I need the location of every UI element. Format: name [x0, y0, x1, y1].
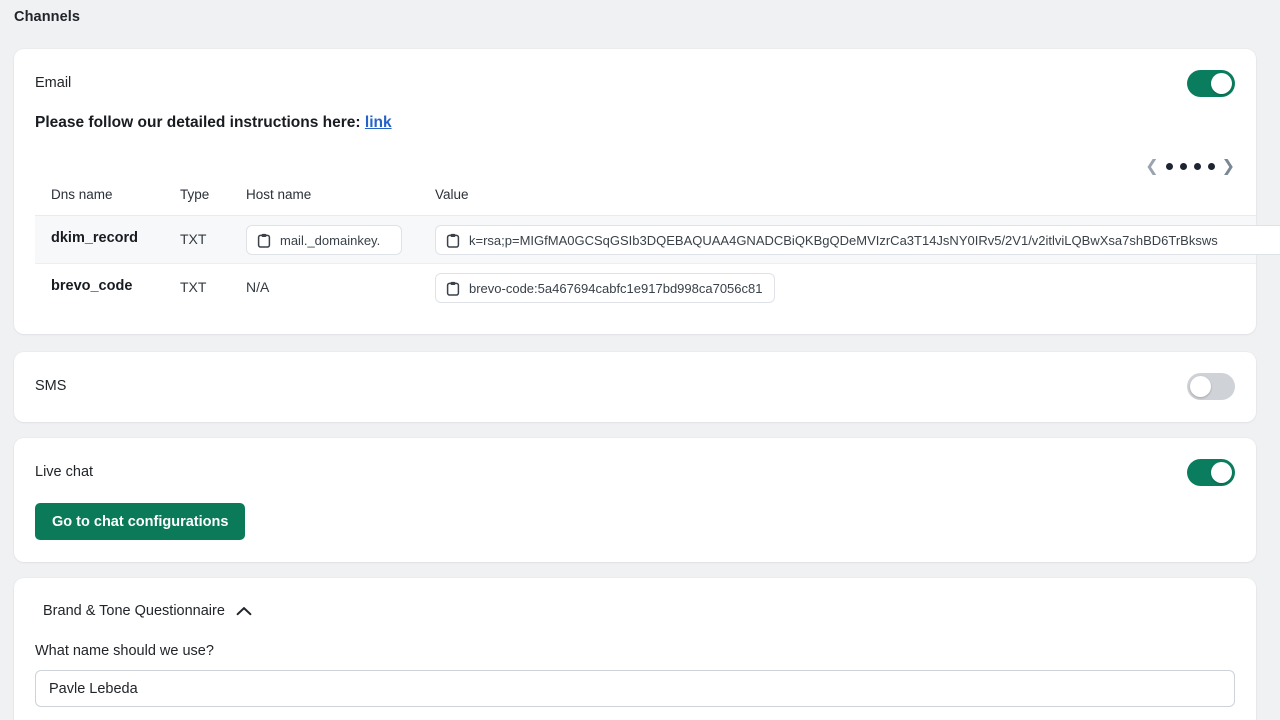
table-header-row: Dns name Type Host name Value — [35, 187, 1256, 216]
pagination-dots — [1165, 162, 1215, 170]
email-channel-card: Email Please follow our detailed instruc… — [14, 49, 1280, 334]
clipboard-icon — [446, 281, 460, 296]
dns-records-table: Dns name Type Host name Value dkim_recor… — [35, 187, 1280, 312]
toggle-knob — [1190, 376, 1211, 397]
dns-value-text: brevo-code:5a467694cabfc1e917bd998ca7056… — [469, 280, 763, 296]
email-instructions: Please follow our detailed instructions … — [35, 114, 392, 132]
pagination-dot-2[interactable] — [1179, 162, 1187, 170]
email-instructions-link[interactable]: link — [365, 114, 392, 131]
dns-name-cell: brevo_code — [51, 278, 133, 294]
sms-channel-toggle[interactable] — [1187, 373, 1235, 400]
chevron-right-icon[interactable]: ❯ — [1222, 158, 1235, 174]
column-header-type: Type — [180, 187, 210, 202]
toggle-knob — [1211, 462, 1232, 483]
live-chat-channel-toggle[interactable] — [1187, 459, 1235, 486]
dns-type-cell: TXT — [180, 231, 207, 247]
clipboard-icon — [446, 233, 460, 248]
dns-value-copy-chip[interactable]: k=rsa;p=MIGfMA0GCSqGSIb3DQEBAQUAA4GNADCB… — [435, 225, 1280, 255]
sms-channel-card: SMS — [14, 352, 1256, 422]
brand-tone-header[interactable]: Brand & Tone Questionnaire — [43, 603, 252, 619]
chevron-left-icon[interactable]: ❮ — [1145, 158, 1158, 174]
brand-tone-questionnaire-card: Brand & Tone Questionnaire What name sho… — [14, 578, 1256, 720]
table-row: brevo_code TXT N/A brevo-code:5a467694ca… — [35, 264, 1256, 312]
brand-tone-question-label: What name should we use? — [35, 643, 214, 659]
column-header-host-name: Host name — [246, 187, 312, 202]
column-header-value: Value — [435, 187, 469, 202]
channels-page: Channels Email Please follow our detaile… — [0, 0, 1280, 720]
email-channel-label: Email — [35, 75, 72, 91]
live-chat-channel-card: Live chat Go to chat configurations — [14, 438, 1256, 562]
brand-tone-title: Brand & Tone Questionnaire — [43, 603, 225, 619]
chevron-up-icon[interactable] — [236, 606, 252, 616]
pagination-dot-4[interactable] — [1207, 162, 1215, 170]
email-instructions-text: Please follow our detailed instructions … — [35, 114, 361, 131]
dns-value-text: k=rsa;p=MIGfMA0GCSqGSIb3DQEBAQUAA4GNADCB… — [469, 232, 1218, 248]
host-name-value: mail._domainkey. — [280, 232, 381, 248]
page-title: Channels — [14, 9, 81, 25]
live-chat-channel-label: Live chat — [35, 464, 94, 480]
host-name-copy-chip[interactable]: mail._domainkey. — [246, 225, 402, 255]
brand-tone-name-input[interactable] — [35, 670, 1235, 707]
email-channel-toggle[interactable] — [1187, 70, 1235, 97]
dns-name-cell: dkim_record — [51, 230, 139, 246]
clipboard-icon — [257, 233, 271, 248]
sms-channel-label: SMS — [35, 378, 67, 394]
pagination-dot-3[interactable] — [1193, 162, 1201, 170]
pagination-dot-1[interactable] — [1165, 162, 1173, 170]
column-header-dns-name: Dns name — [51, 187, 113, 202]
dns-records-pagination: ❮ ❯ — [1145, 156, 1235, 176]
table-row: dkim_record TXT mail._domainkey. k=rsa;p… — [35, 216, 1280, 264]
host-name-value: N/A — [246, 279, 270, 295]
dns-type-cell: TXT — [180, 279, 207, 295]
dns-value-copy-chip[interactable]: brevo-code:5a467694cabfc1e917bd998ca7056… — [435, 273, 776, 303]
toggle-knob — [1211, 73, 1232, 94]
go-to-chat-configurations-button[interactable]: Go to chat configurations — [35, 503, 246, 540]
